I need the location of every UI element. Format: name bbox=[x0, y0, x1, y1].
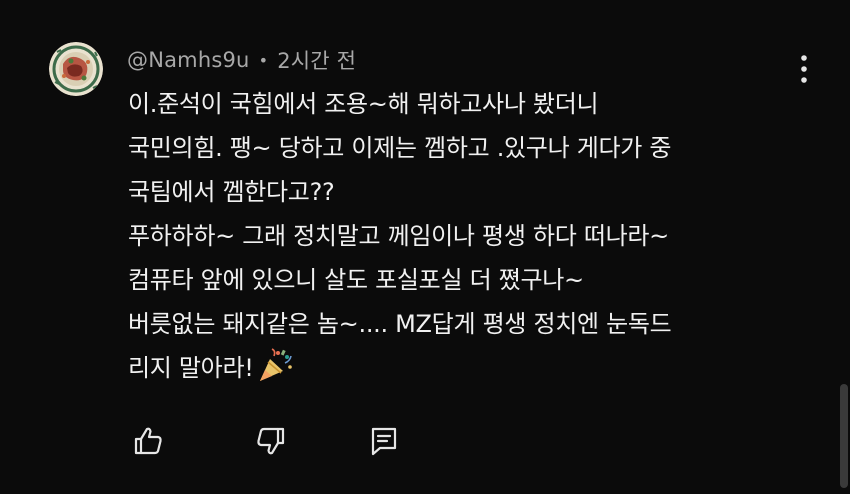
comment-line: 컴퓨타 앞에 있으니 살도 포실포실 더 쪘구나~ bbox=[128, 266, 584, 294]
party-popper-icon bbox=[256, 347, 294, 385]
dislike-button[interactable] bbox=[254, 424, 288, 458]
reply-button[interactable] bbox=[367, 424, 401, 458]
reply-icon bbox=[371, 427, 397, 456]
comment-text: 이.준석이 국힘에서 조용~해 뭐하고사나 봤더니 국민의힘. 팽~ 당하고 이… bbox=[128, 82, 828, 390]
comment-timestamp[interactable]: 2시간 전 bbox=[277, 45, 356, 75]
comment-line: 푸하하하~ 그래 정치말고 께임이나 평생 하다 떠나라~ bbox=[128, 222, 669, 250]
avatar-image bbox=[49, 42, 103, 96]
comment-actions bbox=[0, 424, 850, 460]
comment-thread-item: @Namhs9u • 2시간 전 이.준석이 국힘에서 조용~해 뭐하고사나 봤… bbox=[0, 0, 850, 494]
more-vert-icon bbox=[801, 55, 807, 83]
thumbs-up-icon bbox=[134, 427, 162, 455]
like-button[interactable] bbox=[131, 424, 165, 458]
thumbs-down-icon bbox=[257, 427, 285, 455]
comment-line: 버릇없는 돼지같은 놈~.... MZ답게 평생 정치엔 눈독드 bbox=[128, 310, 672, 338]
more-options-button[interactable] bbox=[792, 52, 816, 86]
avatar[interactable] bbox=[49, 42, 103, 96]
author-handle[interactable]: @Namhs9u bbox=[127, 48, 250, 72]
comment-line-last: 리지 말아라! bbox=[128, 346, 828, 390]
scrollbar-thumb[interactable] bbox=[840, 384, 848, 488]
comment-line: 이.준석이 국힘에서 조용~해 뭐하고사나 봤더니 bbox=[128, 90, 599, 118]
comment-line: 국팀에서 껨한다고?? bbox=[128, 178, 335, 206]
comment-meta: @Namhs9u • 2시간 전 bbox=[127, 45, 356, 75]
comment-line: 국민의힘. 팽~ 당하고 이제는 껨하고 .있구나 게다가 중 bbox=[128, 134, 672, 162]
meta-separator: • bbox=[258, 50, 269, 70]
comment-line: 리지 말아라! bbox=[128, 354, 254, 382]
